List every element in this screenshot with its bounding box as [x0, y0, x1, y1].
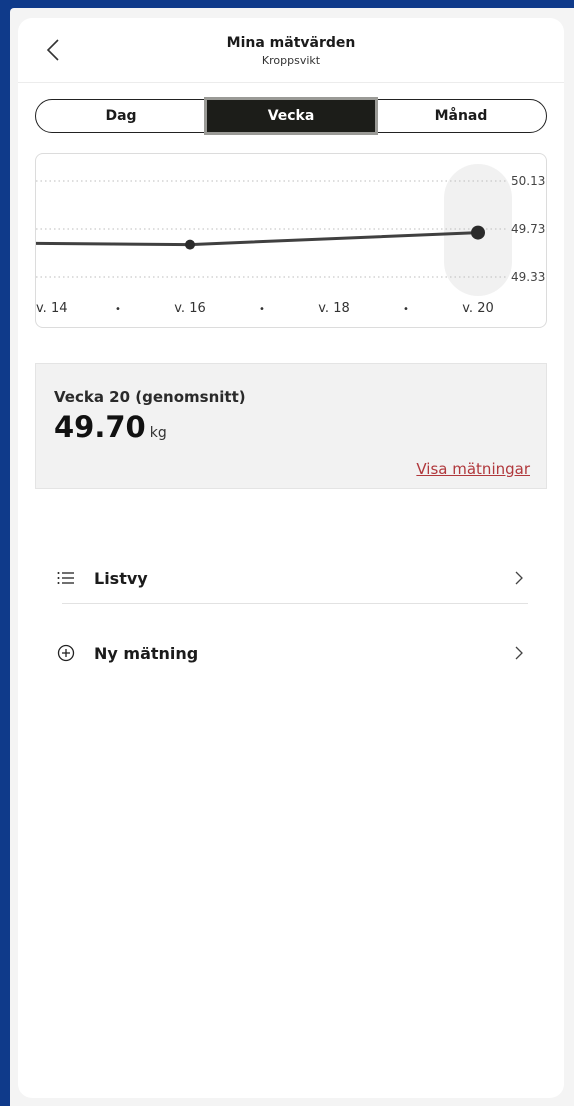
series-line	[36, 231, 479, 247]
header: Mina mätvärden Kroppsvikt	[18, 18, 564, 83]
x-tick-label: v. 20	[462, 301, 494, 316]
summary-card: Vecka 20 (genomsnitt) 49.70 kg Visa mätni…	[35, 363, 547, 489]
y-tick-label: 49.33	[511, 270, 545, 284]
row-divider	[62, 603, 528, 604]
x-tick-label: v. 14	[36, 301, 68, 316]
chevron-right-icon	[515, 571, 523, 585]
chevron-right-icon	[515, 646, 523, 660]
list-view-row[interactable]: Listvy	[56, 558, 526, 598]
chart-svg: 50.13 49.73 49.33 v. 14 • v. 16 • v. 18 • v. 20	[36, 164, 545, 316]
list-icon	[56, 568, 76, 588]
summary-number: 49.70	[54, 410, 146, 444]
y-tick-label: 49.73	[511, 222, 545, 236]
tab-manad[interactable]: Månad	[376, 100, 546, 132]
data-point	[471, 225, 485, 240]
screen: Mina mätvärden Kroppsvikt Dag Vecka Måna…	[18, 18, 564, 1098]
x-tick-label: •	[403, 304, 409, 315]
list-view-label: Listvy	[94, 568, 148, 588]
y-tick-label: 50.13	[511, 174, 545, 188]
summary-label: Vecka 20 (genomsnitt)	[54, 388, 246, 406]
x-tick-label: •	[259, 304, 265, 315]
period-segmented-control: Dag Vecka Månad	[35, 97, 547, 135]
data-point	[185, 239, 195, 250]
new-measurement-label: Ny mätning	[94, 643, 199, 663]
app-frame: Mina mätvärden Kroppsvikt Dag Vecka Måna…	[10, 8, 574, 1106]
weight-chart[interactable]: 50.13 49.73 49.33 v. 14 • v. 16 • v. 18 • v. 20	[35, 153, 547, 328]
tab-dag[interactable]: Dag	[36, 100, 206, 132]
new-measurement-row[interactable]: Ny mätning	[56, 633, 526, 673]
x-tick-label: •	[115, 304, 121, 315]
page-subtitle: Kroppsvikt	[261, 54, 321, 67]
page-title: Mina mätvärden	[226, 35, 356, 51]
summary-unit: kg	[149, 425, 167, 441]
x-tick-label: v. 18	[318, 301, 350, 316]
x-tick-label: v. 16	[174, 301, 206, 316]
show-measurements-link[interactable]: Visa mätningar	[416, 460, 530, 478]
summary-value: 49.70 kg	[54, 410, 167, 444]
plus-circle-icon	[56, 643, 76, 663]
tab-vecka[interactable]: Vecka	[204, 97, 378, 135]
